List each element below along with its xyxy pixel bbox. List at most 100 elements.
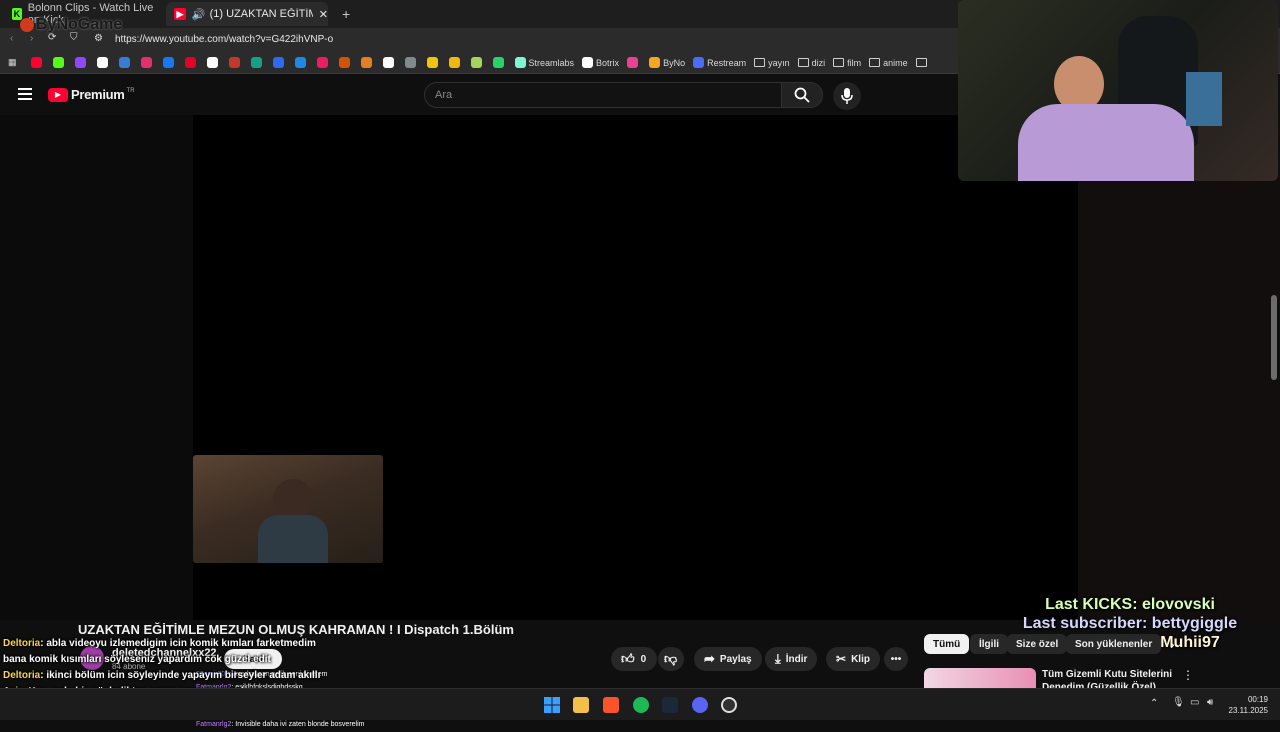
site-settings-icon[interactable]: ⚙ xyxy=(94,33,103,44)
close-tab-icon[interactable]: ✕ xyxy=(319,8,328,21)
bookmark-botrix[interactable]: Botrix xyxy=(582,57,619,68)
folder-icon xyxy=(754,58,766,67)
microphone-tray-icon[interactable]: 🎙︎ xyxy=(1172,697,1185,708)
chip-all[interactable]: Tümü xyxy=(924,634,970,654)
bookmark-item[interactable] xyxy=(448,57,463,68)
bookmark-item[interactable] xyxy=(316,57,331,68)
bookmark-item[interactable] xyxy=(96,57,111,68)
url-text[interactable]: https://www.youtube.com/watch?v=G422ihVN… xyxy=(115,34,333,45)
bookmark-item[interactable] xyxy=(272,57,287,68)
stream-right-panel xyxy=(1078,115,1280,620)
chat-message: : abla videoyu izlemedigim icin komik kı… xyxy=(40,638,316,649)
bookmark-item[interactable] xyxy=(492,57,507,68)
bookmark-item[interactable] xyxy=(404,57,419,68)
bookmark-item[interactable] xyxy=(52,57,67,68)
bookmark-film[interactable]: film xyxy=(833,58,861,68)
bookmark-byno[interactable]: ByNo xyxy=(649,57,685,68)
bookmark-dizi[interactable]: dizi xyxy=(797,58,825,68)
chevron-right-icon[interactable]: › xyxy=(1170,636,1175,652)
dislike-button[interactable]: 👎︎ xyxy=(658,647,684,671)
share-button[interactable]: ➦ Paylaş xyxy=(694,647,762,671)
bookmark-item[interactable] xyxy=(228,57,243,68)
bookmark-item[interactable] xyxy=(140,57,155,68)
bookmark-item[interactable] xyxy=(30,57,45,68)
steam-icon[interactable] xyxy=(662,697,678,713)
overlay-chat-line: bana komik kısımları söyleseniz yapardım… xyxy=(3,652,523,668)
site-icon xyxy=(294,57,306,68)
search-input[interactable]: Ara xyxy=(424,82,782,108)
chip-recent[interactable]: Son yüklenenler xyxy=(1066,634,1162,654)
bookmark-anime[interactable]: anime xyxy=(869,58,908,68)
chevron-up-icon[interactable]: ⌃ xyxy=(1150,698,1158,709)
chip-for-you[interactable]: Size özel xyxy=(1007,634,1068,654)
bookmark-item[interactable] xyxy=(360,57,375,68)
bookmark-item[interactable] xyxy=(915,58,930,67)
kebab-menu-icon[interactable]: ⋮ xyxy=(1182,668,1194,682)
last-subscriber: Last subscriber: bettygiggle xyxy=(1022,615,1238,632)
menu-icon[interactable] xyxy=(18,88,32,100)
apps-icon[interactable]: ▦ xyxy=(8,57,17,68)
youtube-icon: ▶ xyxy=(174,8,186,20)
site-icon xyxy=(52,57,64,68)
clock-date: 23.11.2025 xyxy=(1228,706,1268,715)
discord-icon[interactable] xyxy=(692,697,708,713)
new-tab-button[interactable]: + xyxy=(334,2,354,26)
video-title: UZAKTAN EĞİTİMLE MEZUN OLMUŞ KAHRAMAN ! … xyxy=(78,622,514,637)
bookmark-label: Restream xyxy=(707,57,747,68)
speaker-icon: 🔊 xyxy=(191,8,206,21)
bookmark-item[interactable] xyxy=(206,57,221,68)
bookmark-yay-n[interactable]: yayın xyxy=(754,58,790,68)
folder-icon xyxy=(833,58,845,67)
spotify-icon[interactable] xyxy=(633,697,649,713)
search-button[interactable] xyxy=(781,82,823,108)
more-icon: ••• xyxy=(890,653,902,665)
bookmark-item[interactable] xyxy=(250,57,265,68)
bynogame-icon xyxy=(20,17,34,32)
bookmark-item[interactable] xyxy=(184,57,199,68)
streamer-webcam xyxy=(958,0,1278,181)
bynogame-watermark: ByNoGame xyxy=(20,16,122,34)
forward-icon[interactable]: › xyxy=(30,33,33,44)
bookmark-item[interactable] xyxy=(627,57,641,68)
bookmark-item[interactable] xyxy=(470,57,485,68)
bookmark-streamlabs[interactable]: Streamlabs xyxy=(514,57,574,68)
video-player[interactable]: 00emir000: Azerbaycan gelib seni sixerem… xyxy=(0,115,1280,728)
network-icon[interactable]: ▭ xyxy=(1190,697,1199,708)
bookmark-item[interactable] xyxy=(426,57,441,68)
bookmark-item[interactable] xyxy=(338,57,353,68)
brave-browser-icon[interactable] xyxy=(603,697,619,713)
folder-icon xyxy=(797,58,809,67)
file-explorer-icon[interactable] xyxy=(573,697,589,713)
obs-icon[interactable] xyxy=(721,697,737,713)
more-actions-button[interactable]: ••• xyxy=(884,647,908,671)
recommended-title[interactable]: Tüm Gizemli Kutu Sitelerini Denedim (Güz… xyxy=(1042,668,1192,690)
bookmark-item[interactable] xyxy=(162,57,177,68)
download-icon: ⤓ xyxy=(775,651,781,666)
bookmark-item[interactable] xyxy=(74,57,89,68)
chip-related[interactable]: İlgili xyxy=(970,634,1008,654)
bookmark-restream[interactable]: Restream xyxy=(693,57,746,68)
back-icon[interactable]: ‹ xyxy=(10,33,13,44)
bookmark-label: yayın xyxy=(768,57,790,68)
voice-search-button[interactable] xyxy=(833,82,861,110)
page-scrollbar[interactable] xyxy=(1271,295,1277,380)
bookmark-label: film xyxy=(847,57,862,68)
like-button[interactable]: 👍︎ 0 xyxy=(611,647,657,671)
volume-icon[interactable]: 🔊︎ xyxy=(1207,697,1213,708)
bookmark-item[interactable] xyxy=(118,57,133,68)
tab-youtube[interactable]: ▶ 🔊 (1) UZAKTAN EĞİTİMLE MEZU ✕ xyxy=(166,2,328,26)
site-icon xyxy=(514,57,526,68)
bookmark-item[interactable] xyxy=(382,57,397,68)
overlay-chat-line: Deltoria: ikinci bölüm icin söyleyinde y… xyxy=(3,668,523,684)
chat-username: Deltoria xyxy=(3,638,41,649)
download-button[interactable]: ⤓ İndir xyxy=(765,647,818,671)
clip-button[interactable]: ✂ Klip xyxy=(826,647,880,671)
site-icon xyxy=(250,57,262,68)
search-icon xyxy=(794,87,810,103)
youtube-play-icon: ▶ xyxy=(48,87,68,102)
bookmark-item[interactable] xyxy=(294,57,309,68)
clock-time: 00:19 xyxy=(1247,695,1268,704)
youtube-logo[interactable]: ▶ Premium TR xyxy=(48,87,135,102)
system-clock[interactable]: 00:19 23.11.2025 xyxy=(1229,694,1268,716)
windows-start-icon[interactable] xyxy=(544,697,560,713)
